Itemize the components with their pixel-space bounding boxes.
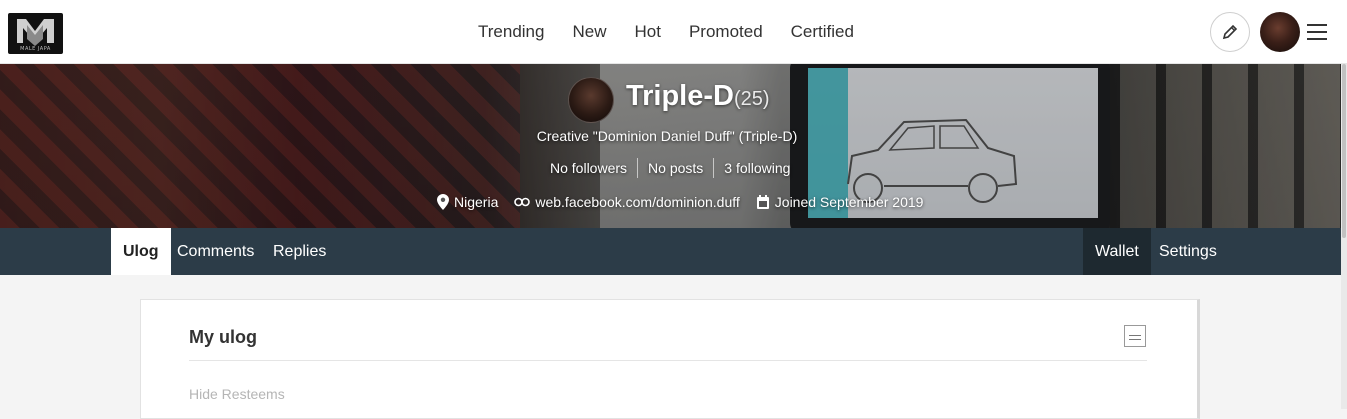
nav-promoted[interactable]: Promoted [675, 22, 777, 42]
nav-new[interactable]: New [558, 22, 620, 42]
link-icon [514, 197, 531, 207]
location-text: Nigeria [454, 194, 499, 210]
profile-stats: No followers No posts 3 following [540, 157, 800, 179]
tab-settings[interactable]: Settings [1147, 228, 1229, 275]
tab-replies[interactable]: Replies [261, 228, 338, 275]
hide-resteems-toggle[interactable]: Hide Resteems [189, 386, 285, 402]
hamburger-menu-icon [1307, 24, 1327, 40]
followers-count[interactable]: No followers [540, 160, 637, 176]
list-view-icon-line [1129, 339, 1141, 340]
following-count[interactable]: 3 following [714, 160, 800, 176]
nav-certified[interactable]: Certified [777, 22, 868, 42]
posts-count[interactable]: No posts [638, 160, 713, 176]
feed-divider [189, 360, 1147, 361]
nav-trending[interactable]: Trending [464, 22, 558, 42]
profile-about: Creative "Dominion Daniel Duff" (Triple-… [536, 128, 798, 144]
website-link[interactable]: web.facebook.com/dominion.duff [535, 194, 739, 210]
hamburger-menu-button[interactable] [1305, 20, 1329, 44]
joined-date: Joined September 2019 [774, 194, 924, 210]
feed-card: My ulog Hide Resteems [140, 299, 1200, 419]
calendar-icon [756, 194, 769, 209]
location-pin-icon [437, 194, 449, 210]
logo-text: MALE JAPA [20, 46, 51, 52]
reputation-score: (25) [734, 88, 770, 110]
nav-hot[interactable]: Hot [620, 22, 674, 42]
top-header: MALE JAPA Trending New Hot Promoted Cert… [0, 0, 1347, 64]
location-item: Nigeria [437, 194, 498, 210]
layout-toggle-button[interactable] [1124, 325, 1146, 347]
feed-title: My ulog [189, 327, 257, 347]
tab-comments[interactable]: Comments [165, 228, 266, 275]
profile-avatar [568, 77, 614, 123]
create-post-button[interactable] [1210, 12, 1250, 52]
tab-ulog[interactable]: Ulog [111, 228, 171, 275]
profile-name: Triple-D [626, 80, 734, 112]
user-avatar[interactable] [1260, 12, 1300, 52]
website-item[interactable]: web.facebook.com/dominion.duff [514, 194, 740, 210]
profile-meta: Nigeria web.facebook.com/dominion.duff J… [437, 192, 939, 212]
list-view-icon-line [1129, 335, 1141, 336]
profile-cover: Triple-D (25) Creative "Dominion Daniel … [0, 64, 1347, 228]
tab-wallet[interactable]: Wallet [1083, 228, 1151, 275]
scrollbar-thumb[interactable] [1342, 64, 1346, 238]
profile-tabs: Ulog Comments Replies Wallet Settings [0, 228, 1341, 275]
site-logo[interactable]: MALE JAPA [8, 13, 63, 54]
pencil-icon [1222, 24, 1238, 40]
joined-item: Joined September 2019 [756, 194, 924, 210]
main-nav: Trending New Hot Promoted Certified [464, 0, 868, 64]
